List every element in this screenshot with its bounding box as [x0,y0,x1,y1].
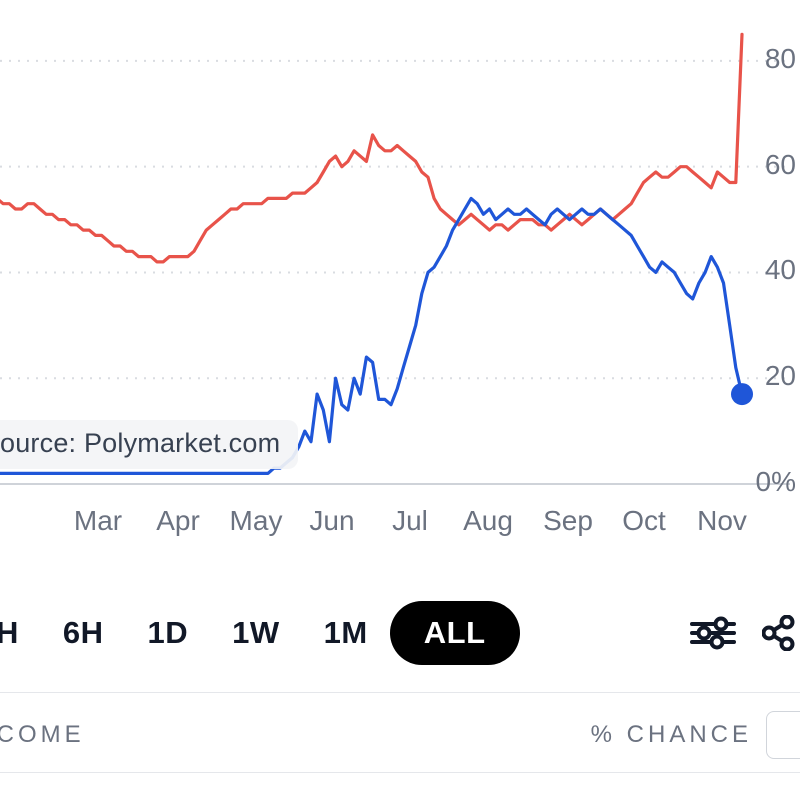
x-axis-tick: Jul [392,505,428,536]
y-axis-tick: 0% [755,466,796,497]
y-axis-tick: 40 [764,254,796,286]
price-chart[interactable]: ource: Polymarket.com [0,0,800,500]
x-axis-tick: Nov [697,505,747,536]
outcomes-table-header: TCOME % CHANCE [0,700,800,770]
x-axis-tick: Apr [156,505,200,536]
share-icon[interactable] [761,614,796,652]
y-axis-tick: 20 [764,360,796,392]
y-axis-tick: 80 [764,42,796,74]
timeframe-h[interactable]: H [0,603,41,663]
column-header-action-box[interactable] [766,711,800,759]
section-divider-top [0,692,800,693]
polymarket-chart-screen: ource: Polymarket.com 0% 20 40 60 80 Mar Apr M… [0,0,800,800]
x-axis-tick: Sep [543,505,593,536]
x-axis-tick: Aug [463,505,513,536]
x-axis-tick: May [229,505,283,536]
timeframe-selector[interactable]: H 6H 1D 1W 1M ALL [0,578,800,688]
x-axis-tick: Oct [622,505,666,536]
x-axis-labels: Mar Apr May Jun Jul Aug Sep Oct Nov [0,505,800,555]
timeframe-1d[interactable]: 1D [126,603,211,663]
column-header-chance: % CHANCE [590,721,752,748]
timeframe-1m[interactable]: 1M [302,603,390,663]
x-axis-tick: Mar [73,505,123,536]
timeframe-1w[interactable]: 1W [210,603,302,663]
x-axis-tick: Jun [309,505,355,536]
column-header-outcome: TCOME [0,721,85,748]
chart-source-label: ource: Polymarket.com [0,420,299,469]
section-divider-bottom [0,772,800,773]
y-axis-tick: 60 [764,148,796,180]
timeframe-6h[interactable]: 6H [41,603,126,663]
chart-tools[interactable] [690,614,800,652]
settings-sliders-icon[interactable] [690,616,736,650]
timeframe-all[interactable]: ALL [389,601,520,665]
